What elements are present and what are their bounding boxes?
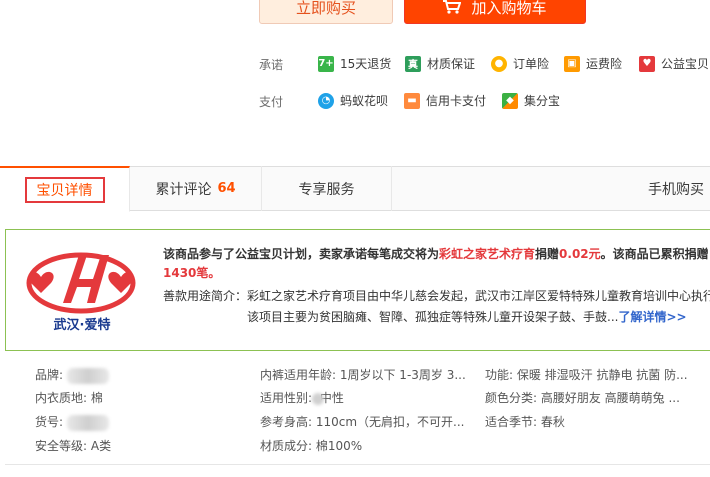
tab-service[interactable]: 专享服务	[262, 166, 392, 211]
attr-function: 功能: 保暖 排湿吸汗 抗静电 抗菌 防...	[485, 368, 688, 382]
charity-logo: 武汉·爱特	[21, 245, 143, 337]
cart-icon	[443, 0, 462, 14]
attr-sku: 货号:	[35, 413, 109, 431]
attr-height: 参考身高: 110cm（无肩扣，不可开...	[260, 415, 465, 429]
add-to-cart-label: 加入购物车	[471, 0, 547, 17]
blurred-value	[311, 392, 324, 405]
buy-now-button[interactable]: 立即购买	[259, 0, 393, 24]
blurred-value	[66, 414, 109, 431]
charity-count: 1430笔。	[163, 266, 221, 280]
pay-jifenbao[interactable]: ◆ 集分宝	[502, 92, 560, 109]
tab-mobile-buy[interactable]: 手机购买	[590, 166, 710, 211]
service-quality[interactable]: 真 材质保证	[405, 55, 475, 72]
reviews-count: 64	[217, 181, 236, 196]
detail-tabbar: 宝贝详情 累计评论 64 专享服务 手机购买	[0, 166, 710, 212]
tab-detail[interactable]: 宝贝详情	[0, 166, 130, 212]
seven-day-return-icon: 7+	[318, 55, 334, 72]
tab-reviews[interactable]: 累计评论 64	[130, 166, 262, 211]
charity-usage: 善款用途简介：彩虹之家艺术疗育项目由中华儿慈会发起，武汉市江岸区爱特特殊儿童教育…	[163, 289, 710, 303]
charity-org: 彩虹之家艺术疗育	[439, 247, 536, 261]
add-to-cart-button[interactable]: 加入购物车	[404, 0, 586, 24]
attr-safety: 安全等级: A类	[35, 439, 112, 453]
huabei-icon: ◔	[318, 92, 334, 109]
buy-now-label: 立即购买	[295, 0, 356, 17]
pay-credit-card[interactable]: ▬ 信用卡支付	[404, 92, 486, 109]
tab-service-label: 专享服务	[298, 181, 355, 198]
attr-color: 颜色分类: 高腰好朋友 高腰萌萌兔 ...	[485, 391, 680, 405]
charity-more-link[interactable]: 了解详情>>	[618, 310, 686, 324]
divider	[5, 464, 710, 465]
charity-amount: 0.02元	[559, 247, 601, 261]
charity-panel: 武汉·爱特 该商品参与了公益宝贝计划，卖家承诺每笔成交将为彩虹之家艺术疗育捐赠0…	[5, 229, 710, 351]
charity-line1: 该商品参与了公益宝贝计划，卖家承诺每笔成交将为彩虹之家艺术疗育捐赠0.02元。该…	[163, 247, 709, 261]
order-insurance-icon: ●	[491, 55, 507, 72]
tab-detail-label: 宝贝详情	[24, 176, 105, 203]
attr-gender: 适用性别: 中性	[260, 391, 344, 405]
charity-baby-icon: ♥	[639, 55, 655, 72]
service-shipping-insurance[interactable]: ▣ 运费险	[564, 55, 622, 72]
service-order-insurance[interactable]: ● 订单险	[491, 55, 549, 72]
attr-season: 适合季节: 春秋	[485, 415, 565, 429]
jifenbao-icon: ◆	[502, 92, 518, 109]
attr-material: 内衣质地: 棉	[35, 391, 103, 405]
promise-label: 承诺	[259, 58, 284, 72]
blurred-value	[66, 367, 109, 384]
tab-reviews-label: 累计评论	[155, 181, 212, 198]
attr-composition: 材质成分: 棉100%	[260, 439, 363, 453]
tab-mobile-label: 手机购买	[648, 181, 704, 198]
service-return[interactable]: 7+ 15天退货	[318, 55, 391, 72]
payment-label: 支付	[259, 95, 284, 109]
credit-card-icon: ▬	[404, 92, 420, 109]
service-charity[interactable]: ♥ 公益宝贝	[639, 55, 709, 72]
attr-age: 内裤适用年龄: 1周岁以下 1-3周岁 3...	[260, 368, 466, 382]
charity-usage-detail: 该项目主要为贫困脑瘫、智障、孤独症等特殊儿童开设架子鼓、手鼓...了解详情>>	[247, 310, 687, 324]
quality-guarantee-icon: 真	[405, 55, 421, 72]
shipping-insurance-icon: ▣	[564, 55, 580, 72]
attr-brand: 品牌:	[35, 366, 109, 384]
pay-huabei[interactable]: ◔ 蚂蚁花呗	[318, 92, 388, 109]
charity-logo-text: 武汉·爱特	[54, 317, 111, 333]
